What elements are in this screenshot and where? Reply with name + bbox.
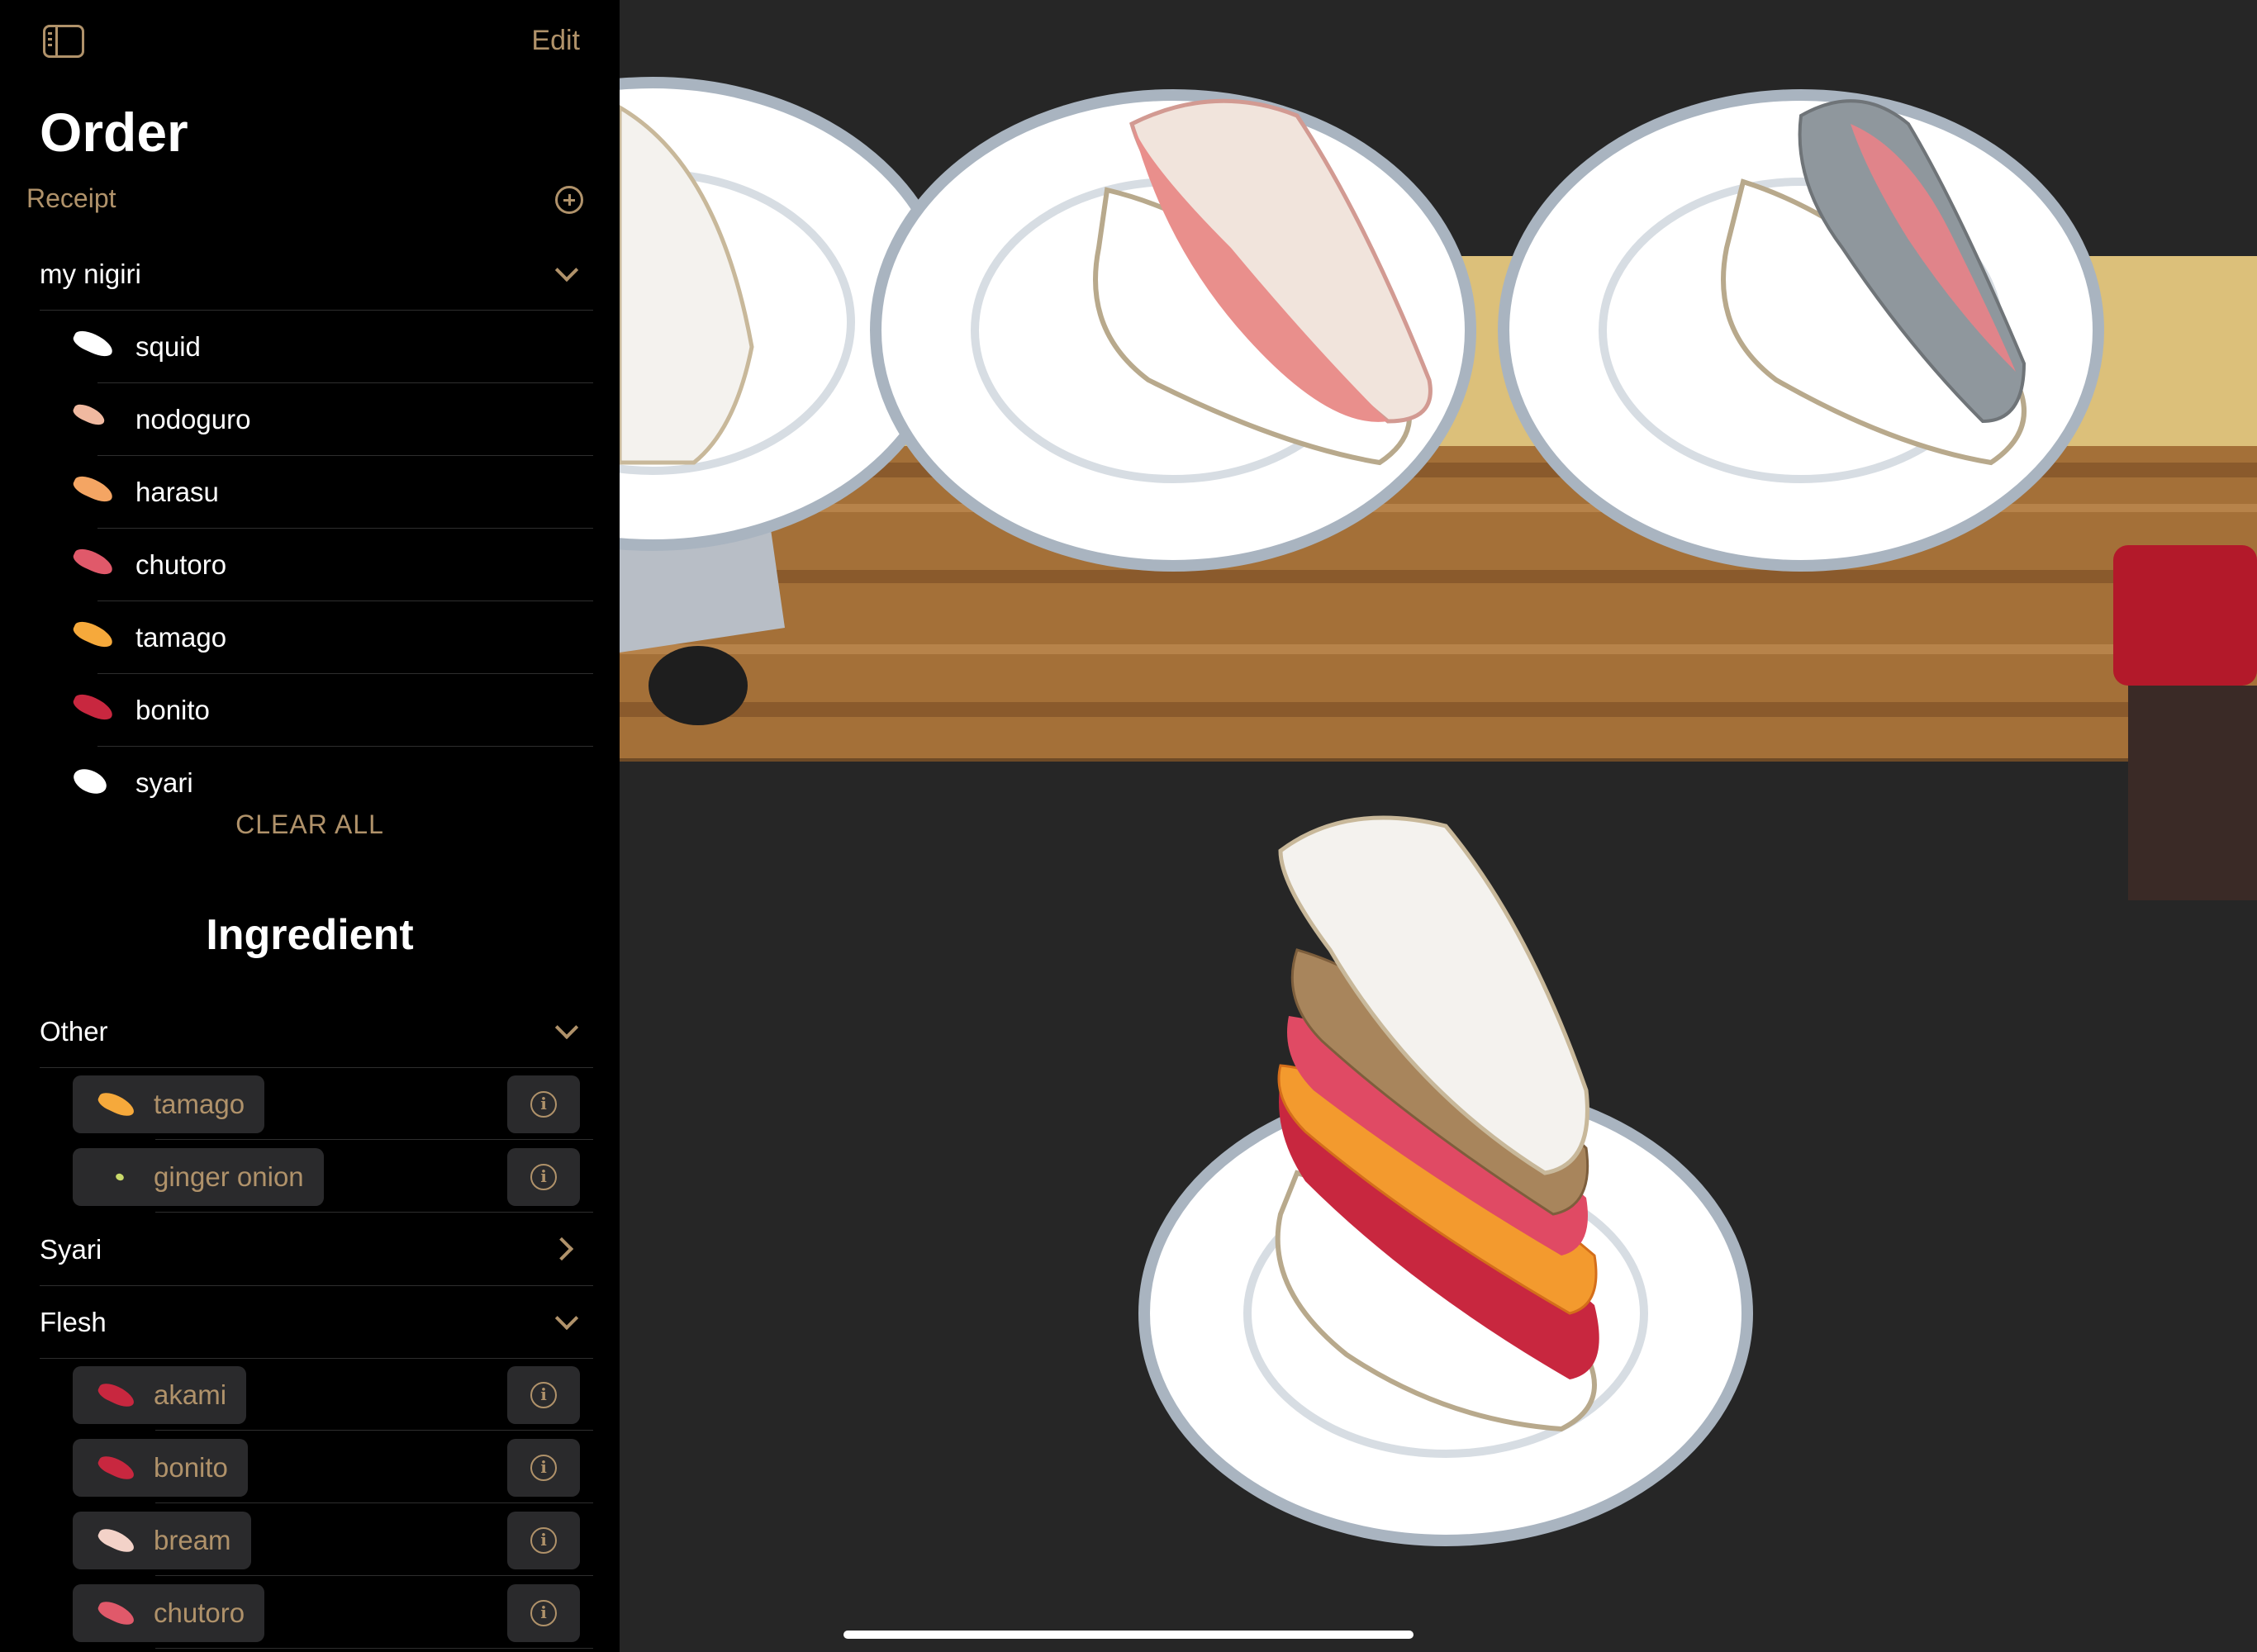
order-item-label: nodoguro — [135, 404, 251, 434]
info-button-ginger-onion[interactable]: i — [507, 1148, 580, 1206]
chip-label: bonito — [154, 1452, 228, 1483]
order-item-label: harasu — [135, 477, 219, 507]
ingredient-chip-ginger-onion[interactable]: ginger onion — [73, 1148, 324, 1206]
order-item-tamago[interactable]: tamago — [70, 601, 593, 674]
ingredient-title: Ingredient — [206, 911, 414, 959]
group-label: Flesh — [40, 1307, 107, 1337]
order-item-bonito[interactable]: bonito — [70, 673, 593, 747]
order-item-syari[interactable]: syari — [69, 746, 593, 819]
bonito-icon — [70, 690, 116, 724]
info-button-akami[interactable]: i — [507, 1366, 580, 1424]
clear-all-button[interactable]: CLEAR ALL — [0, 809, 620, 840]
order-item-label: tamago — [135, 622, 227, 653]
chip-label: tamago — [154, 1089, 245, 1119]
bream-icon — [95, 1525, 138, 1556]
group-label: Syari — [40, 1234, 102, 1265]
plate-my-nigiri — [1138, 815, 1753, 1546]
order-item-label: bonito — [135, 695, 210, 725]
info-icon: i — [530, 1455, 557, 1481]
ingredient-chip-akami[interactable]: akami — [73, 1366, 247, 1424]
bonito-icon — [95, 1452, 138, 1483]
group-flesh[interactable]: Flesh — [40, 1285, 593, 1359]
ingredient-chip-bream[interactable]: bream — [73, 1512, 251, 1569]
divider — [155, 1575, 593, 1576]
add-circle-icon[interactable] — [555, 186, 583, 214]
info-button-chutoro[interactable]: i — [507, 1584, 580, 1642]
order-title: Order — [40, 102, 188, 163]
info-button-bonito[interactable]: i — [507, 1439, 580, 1497]
akami-icon — [95, 1379, 138, 1411]
order-item-harasu[interactable]: harasu — [70, 455, 593, 529]
chutoro-icon — [70, 544, 116, 579]
sidebar-topbar: Edit — [0, 0, 620, 83]
red-stand — [2113, 545, 2257, 900]
plate-mackerel — [1498, 89, 2104, 572]
group-syari[interactable]: Syari — [40, 1213, 593, 1286]
divider — [155, 1502, 593, 1503]
harasu-icon — [70, 472, 116, 506]
chip-label: ginger onion — [154, 1161, 304, 1192]
divider — [155, 1430, 593, 1431]
chevron-down-icon — [554, 1306, 579, 1331]
ingredient-chip-tamago[interactable]: tamago — [73, 1075, 265, 1133]
info-icon: i — [530, 1164, 557, 1190]
chutoro-icon — [95, 1597, 138, 1629]
sidebar: Edit Order Receipt my nigiri squid nodog… — [0, 0, 620, 1652]
divider — [155, 1648, 593, 1649]
order-item-chutoro[interactable]: chutoro — [70, 528, 593, 601]
order-item-label: syari — [135, 767, 193, 798]
squid-icon — [70, 326, 116, 361]
chip-label: akami — [154, 1379, 227, 1410]
chevron-down-icon — [554, 258, 579, 282]
ingredient-chip-chutoro[interactable]: chutoro — [73, 1584, 265, 1642]
nodoguro-icon — [71, 401, 107, 429]
tamago-icon — [95, 1089, 138, 1120]
chevron-right-icon — [549, 1237, 574, 1261]
order-item-label: chutoro — [135, 549, 227, 580]
info-icon: i — [530, 1600, 557, 1626]
syari-icon — [69, 764, 111, 799]
plate-bream — [870, 89, 1476, 572]
group-label: my nigiri — [40, 259, 141, 289]
order-item-label: squid — [135, 331, 201, 362]
info-icon: i — [530, 1382, 557, 1408]
edit-button[interactable]: Edit — [531, 25, 580, 57]
info-icon: i — [530, 1527, 557, 1554]
order-item-squid[interactable]: squid — [70, 310, 593, 383]
tamago-icon — [70, 617, 116, 652]
chevron-down-icon — [554, 1015, 579, 1040]
group-other[interactable]: Other — [40, 995, 593, 1068]
group-my-nigiri[interactable]: my nigiri — [40, 237, 593, 311]
info-button-bream[interactable]: i — [507, 1512, 580, 1569]
sushi-scene — [620, 77, 2257, 1546]
ginger-onion-icon — [114, 1172, 126, 1182]
sidebar-toggle-icon[interactable] — [43, 25, 84, 58]
chip-label: bream — [154, 1525, 231, 1555]
chip-label: chutoro — [154, 1597, 245, 1628]
divider — [155, 1139, 593, 1140]
home-indicator[interactable] — [843, 1631, 1414, 1639]
info-button-tamago[interactable]: i — [507, 1075, 580, 1133]
order-item-nodoguro[interactable]: nodoguro — [71, 382, 593, 456]
info-icon: i — [530, 1091, 557, 1118]
group-label: Other — [40, 1016, 108, 1047]
ingredient-chip-bonito[interactable]: bonito — [73, 1439, 248, 1497]
receipt-label: Receipt — [26, 183, 116, 213]
